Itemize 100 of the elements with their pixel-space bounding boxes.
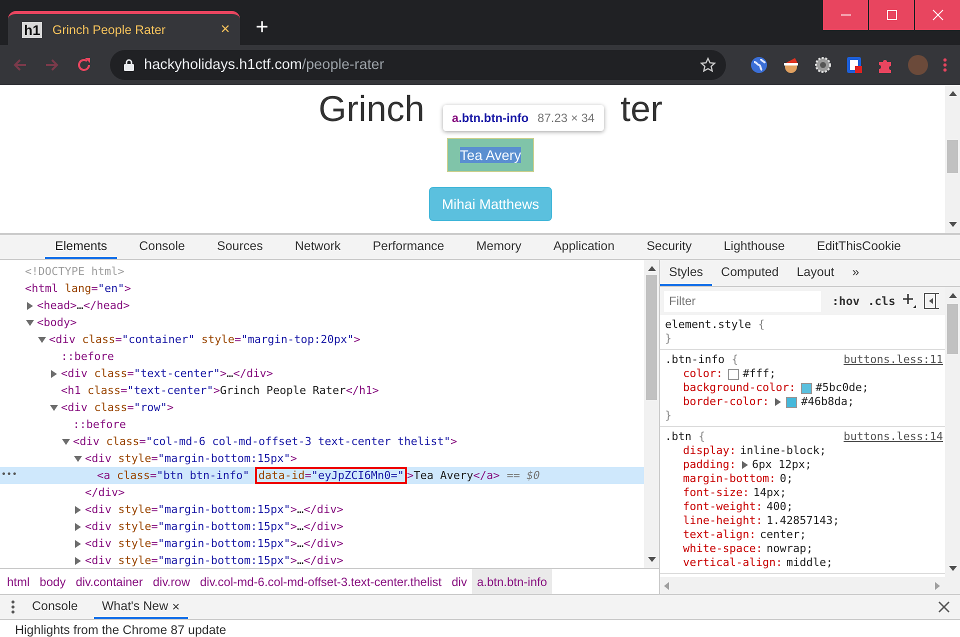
close-icon[interactable]: [938, 601, 950, 613]
caret-down-icon[interactable]: [62, 438, 70, 446]
caret-right-icon[interactable]: [742, 461, 748, 469]
caret-down-icon[interactable]: [26, 318, 34, 326]
filter-field[interactable]: Filter: [664, 290, 821, 312]
maximize-icon: [886, 9, 898, 21]
breadcrumb[interactable]: div.col-md-6.col-md-offset-3.text-center.thelist: [194, 569, 447, 594]
source-link[interactable]: buttons.less:11: [844, 353, 943, 367]
color-swatch[interactable]: [786, 396, 798, 408]
brace: {: [698, 430, 706, 444]
dom-node[interactable]: <h1 class="text-center">Grinch People Rater</h1>: [0, 382, 644, 399]
cog-icon[interactable]: [814, 56, 832, 74]
highlight-box: data-id="eyJpZCI6Mn0=": [255, 467, 408, 484]
property-name: white-space:: [683, 542, 762, 556]
devtools-tab[interactable]: Lighthouse: [714, 235, 795, 259]
devtools-tab[interactable]: Network: [284, 235, 351, 259]
property-value: #fff;: [742, 367, 776, 381]
reload-icon[interactable]: [76, 57, 92, 73]
property-name: display:: [683, 444, 736, 458]
property-value: #5bc0de;: [816, 381, 869, 395]
property-value: 1.42857143;: [766, 514, 840, 528]
caret-right-icon[interactable]: [775, 398, 782, 406]
devtools-tab[interactable]: Sources: [206, 235, 273, 259]
dom-node[interactable]: ::before: [0, 348, 644, 365]
url-text: hackyholidays.h1ctf.com/people-rater: [144, 57, 386, 73]
scrollbar[interactable]: [945, 287, 960, 577]
panel-tab[interactable]: »: [843, 260, 868, 286]
property-value: inline-block;: [740, 444, 826, 458]
dom-node[interactable]: </div>: [0, 484, 644, 501]
devtools-tab[interactable]: Application: [543, 235, 625, 259]
page-heading: Grinch: [318, 89, 424, 129]
color-swatch[interactable]: [728, 368, 739, 380]
scrollbar[interactable]: [945, 85, 960, 233]
property-value: 400;: [766, 500, 793, 514]
plus-icon[interactable]: [903, 294, 916, 308]
property-name: font-size:: [683, 486, 750, 500]
toggle-button[interactable]: :hov: [832, 294, 860, 308]
drawer-tab[interactable]: Console: [24, 595, 86, 619]
star-icon[interactable]: [700, 57, 716, 73]
panel-tab[interactable]: Computed: [712, 260, 788, 286]
breadcrumb[interactable]: a.btn.btn-info: [472, 569, 552, 594]
dom-node[interactable]: <div style="margin-bottom:15px">: [0, 450, 644, 467]
scrollbar[interactable]: [660, 577, 960, 594]
devtools-tab[interactable]: Security: [636, 235, 702, 259]
devtools-tab[interactable]: Console: [129, 235, 195, 259]
dom-node[interactable]: <body>: [0, 314, 644, 331]
caret-down-icon[interactable]: [50, 404, 58, 412]
close-tab-button[interactable]: ×: [172, 598, 180, 614]
dom-node[interactable]: <div style="margin-bottom:15px">…</div>: [0, 501, 644, 518]
dom-node[interactable]: <div class="text-center">…</div>: [0, 365, 644, 382]
globe-icon[interactable]: [750, 56, 768, 74]
page-heading: ter: [620, 89, 663, 129]
breadcrumb[interactable]: div: [446, 569, 472, 594]
dom-node[interactable]: <div class="row">: [0, 399, 644, 416]
devtools-tab[interactable]: Performance: [362, 235, 454, 259]
dom-node[interactable]: <div style="margin-bottom:15px">…</div>: [0, 552, 644, 568]
property-value: middle;: [786, 556, 833, 570]
menu-icon[interactable]: [942, 57, 948, 73]
maximize-button[interactable]: [869, 0, 914, 30]
dom-node[interactable]: <div style="margin-bottom:15px">…</div>: [0, 535, 644, 552]
breadcrumb[interactable]: body: [34, 569, 71, 594]
dom-node[interactable]: <div class="col-md-6 col-md-offset-3 text-center thelist">: [0, 433, 644, 450]
dom-node[interactable]: <div class="container" style="margin-top:20px">: [0, 331, 644, 348]
caret-right-icon[interactable]: [74, 540, 82, 548]
dom-node[interactable]: <html lang="en">: [0, 280, 644, 297]
close-button[interactable]: [915, 0, 960, 30]
color-swatch[interactable]: [800, 382, 812, 394]
css-selector: .btn-info: [665, 353, 725, 367]
brace: }: [665, 332, 672, 345]
shield-icon[interactable]: [845, 56, 863, 74]
toggle-button[interactable]: .cls: [868, 294, 896, 308]
caret-down-icon[interactable]: [38, 336, 46, 344]
more-options-icon[interactable]: [10, 599, 16, 615]
sidebar-toggle-icon[interactable]: [924, 293, 939, 309]
drawer-text: Highlights from the Chrome 87 update: [15, 623, 226, 637]
caret-right-icon[interactable]: [74, 506, 82, 514]
close-tab-button[interactable]: ×: [220, 20, 230, 38]
caret-right-icon[interactable]: [50, 370, 58, 378]
breadcrumb[interactable]: html: [2, 569, 35, 594]
dom-node[interactable]: ••• <a class="btn btn-info" data-id="eyJpZCI6Mn0=" >Tea Avery</a> == $0: [0, 467, 644, 484]
santa-hat-icon[interactable]: [781, 56, 801, 74]
breadcrumb[interactable]: div.container: [70, 569, 148, 594]
caret-right-icon[interactable]: [74, 556, 82, 564]
dom-node[interactable]: ::before: [0, 416, 644, 433]
close-icon: [932, 9, 944, 21]
dom-node[interactable]: <div style="margin-bottom:15px">…</div>: [0, 518, 644, 535]
scrollbar[interactable]: [644, 260, 659, 568]
caret-right-icon[interactable]: [74, 522, 82, 530]
panel-tab[interactable]: Layout: [788, 260, 844, 286]
property-name: line-height:: [683, 514, 762, 528]
new-tab-button[interactable]: +: [248, 13, 276, 41]
caret-right-icon[interactable]: [26, 302, 34, 310]
breadcrumb[interactable]: div.row: [148, 569, 195, 594]
source-link[interactable]: buttons.less:14: [844, 430, 943, 444]
browser-tab[interactable]: h1 Grinch People Rater ×: [8, 11, 240, 45]
caret-down-icon[interactable]: [74, 454, 82, 462]
devtools-tab[interactable]: EditThisCookie: [806, 235, 911, 259]
address-bar[interactable]: hackyholidays.h1ctf.com/people-rater: [110, 50, 726, 80]
devtools-tab[interactable]: Memory: [466, 235, 532, 259]
dom-node[interactable]: <head>…</head>: [0, 297, 644, 314]
